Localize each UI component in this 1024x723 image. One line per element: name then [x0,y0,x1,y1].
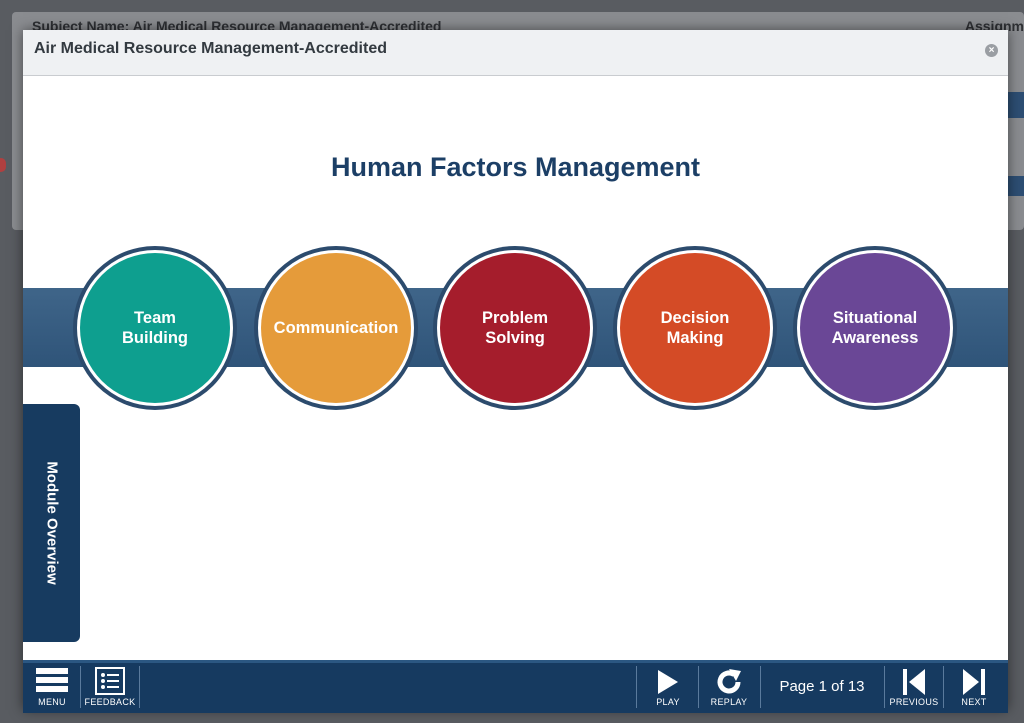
modal-title: Air Medical Resource Management-Accredit… [34,40,387,57]
separator [139,666,140,708]
replay-button[interactable]: REPLAY [700,663,758,710]
page-indicator: Page 1 of 13 [779,678,865,695]
circle-label: Situational Awareness [800,253,950,403]
separator [80,666,81,708]
circle-label: Problem Solving [440,253,590,403]
separator [698,666,699,708]
previous-icon [903,669,925,695]
background-strip [1006,176,1024,196]
replay-icon [717,669,741,694]
circle-label: Communication [261,253,411,403]
circle-decision-making[interactable]: Decision Making [613,246,777,410]
modal-header: Air Medical Resource Management-Accredit… [23,30,1008,76]
next-label: NEXT [961,697,987,707]
background-indicator [0,158,6,172]
play-label: PLAY [656,697,680,707]
feedback-icon [95,667,125,695]
play-icon [658,670,678,694]
separator [636,666,637,708]
next-icon [963,669,985,695]
play-button[interactable]: PLAY [639,663,697,710]
module-overview-tab[interactable]: Module Overview [23,404,80,642]
separator [943,666,944,708]
circle-communication[interactable]: Communication [254,246,418,410]
feedback-button[interactable]: FEEDBACK [83,663,137,710]
background-strip [1006,92,1024,118]
feedback-label: FEEDBACK [84,697,136,707]
replay-label: REPLAY [710,697,748,707]
circle-situational-awareness[interactable]: Situational Awareness [793,246,957,410]
previous-label: PREVIOUS [889,697,939,707]
separator [884,666,885,708]
player-toolbar: MENU FEEDBACK PLAY REPLAY Page 1 of 13 P… [23,660,1008,713]
circle-team-building[interactable]: Team Building [73,246,237,410]
previous-button[interactable]: PREVIOUS [886,663,942,710]
circle-label: Decision Making [620,253,770,403]
menu-icon [36,668,68,692]
circle-label: Team Building [80,253,230,403]
menu-label: MENU [38,697,66,707]
module-overview-label: Module Overview [43,461,60,585]
menu-button[interactable]: MENU [31,663,73,710]
close-icon[interactable]: × [985,44,998,57]
next-button[interactable]: NEXT [945,663,1003,710]
circle-problem-solving[interactable]: Problem Solving [433,246,597,410]
course-modal: Air Medical Resource Management-Accredit… [23,30,1008,713]
slide-content: Human Factors Management Team Building C… [23,76,1008,660]
slide-title: Human Factors Management [330,152,701,182]
